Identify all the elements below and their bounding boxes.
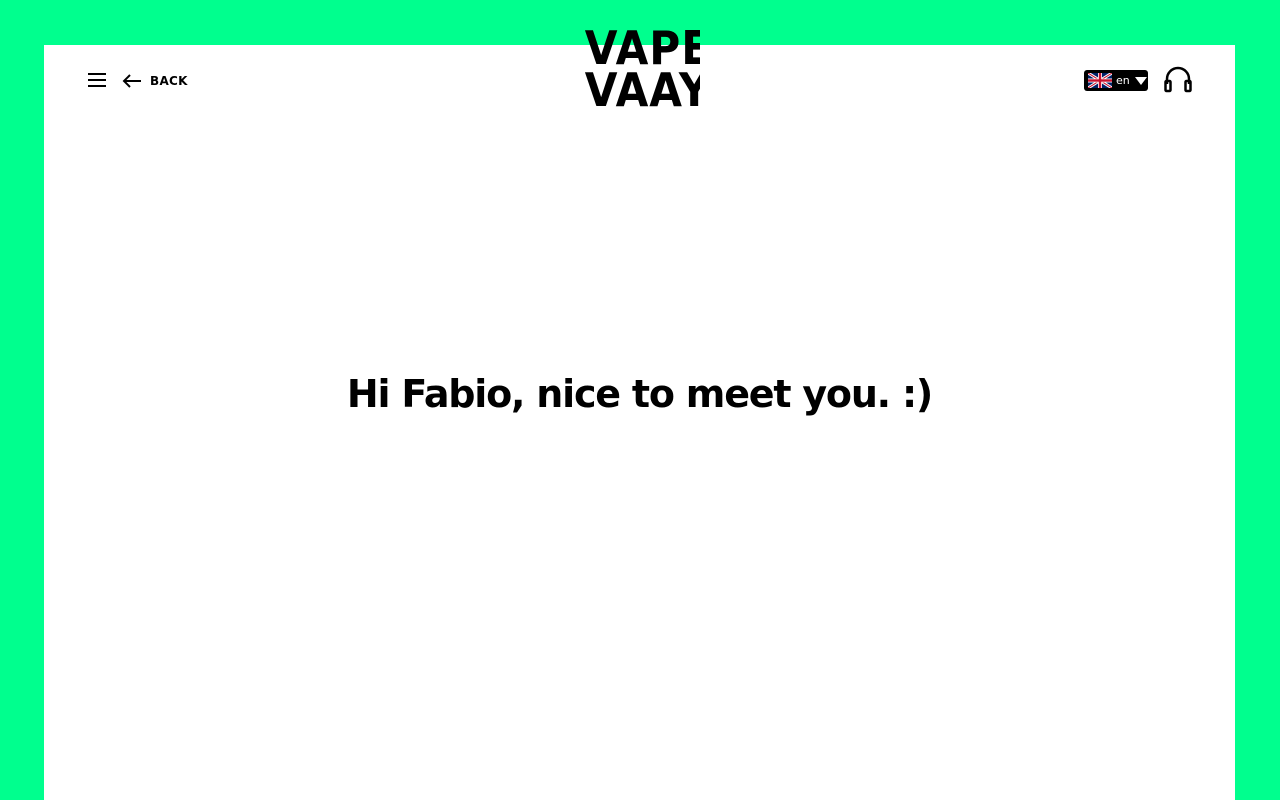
hamburger-menu-icon[interactable] [88,72,106,88]
headphones-icon[interactable] [1164,66,1192,93]
language-label: en [1116,74,1130,87]
uk-flag-icon [1088,73,1112,88]
chevron-down-icon [1134,76,1147,85]
content-panel: BACK VAPE VAAY en Hi Fabio, nice to meet… [44,27,1235,800]
back-label: BACK [150,74,188,88]
back-button[interactable]: BACK [122,72,188,90]
arrow-left-icon [122,74,141,88]
greeting-heading: Hi Fabio, nice to meet you. :) [346,372,933,416]
logo-line-2: VAAY [584,63,700,111]
language-select[interactable]: en [1084,70,1148,91]
logo[interactable]: VAPE VAAY [580,27,700,111]
